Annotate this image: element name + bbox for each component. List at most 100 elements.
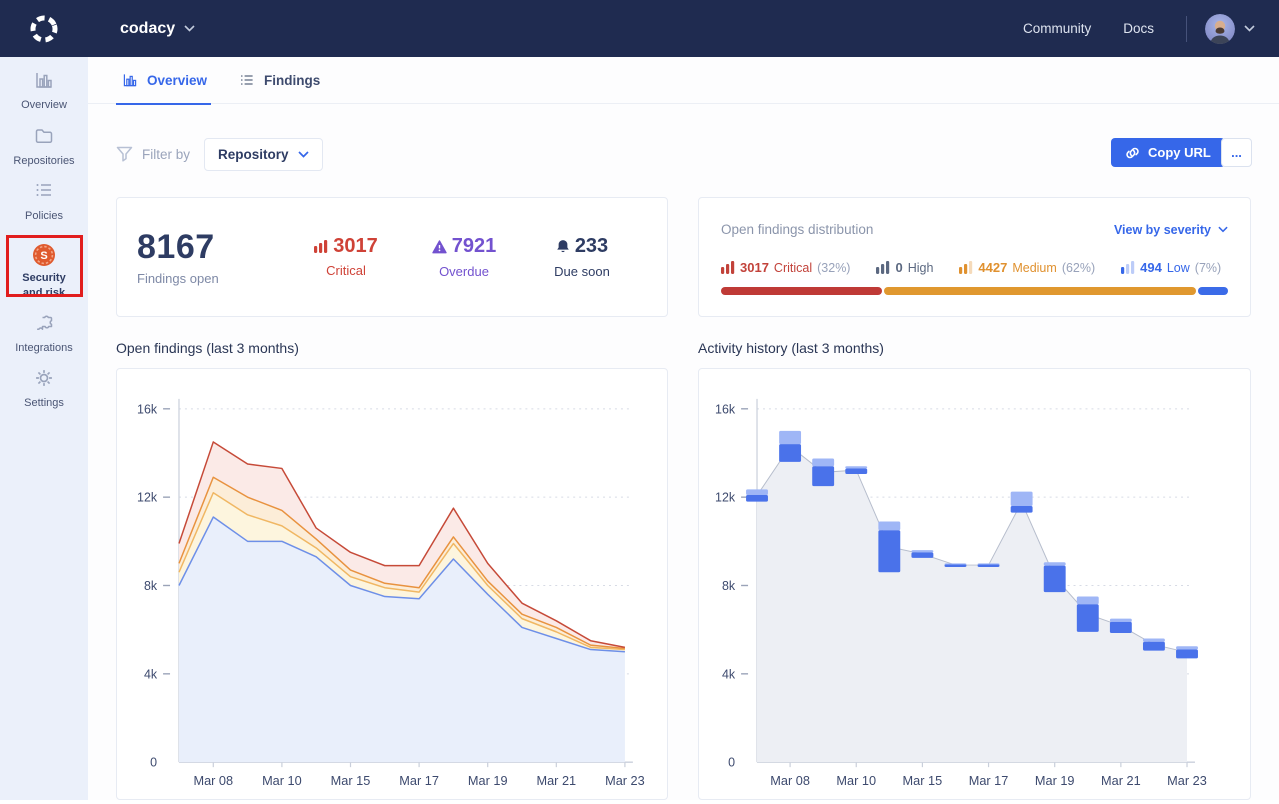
sidebar-item-integrations[interactable]: Integrations <box>0 313 88 356</box>
divider <box>1186 16 1187 42</box>
copy-url-button[interactable]: Copy URL <box>1111 138 1225 167</box>
distribution-title: Open findings distribution <box>721 222 873 237</box>
sidebar-item-policies[interactable]: Policies <box>0 181 88 224</box>
copy-url-label: Copy URL <box>1148 145 1211 160</box>
svg-text:4k: 4k <box>722 667 736 681</box>
bar-segment <box>1198 287 1228 295</box>
legend-item-low: 494 Low (7%) <box>1121 260 1221 275</box>
funnel-icon <box>116 146 133 162</box>
stat-value: 3017 <box>333 235 378 258</box>
svg-text:Mar 23: Mar 23 <box>1167 773 1207 788</box>
avatar[interactable] <box>1205 14 1235 44</box>
tab-bar: Overview Findings <box>88 57 1279 104</box>
sidebar-item-overview[interactable]: Overview <box>0 70 88 113</box>
candlestick-chart-svg: 04k8k12k16kMar 08Mar 10Mar 15Mar 17Mar 1… <box>699 369 1250 799</box>
svg-text:12k: 12k <box>715 491 736 505</box>
open-findings-chart: 04k8k12k16kMar 08Mar 10Mar 15Mar 17Mar 1… <box>116 368 668 800</box>
tab-overview[interactable]: Overview <box>120 57 207 104</box>
legend-count: 3017 <box>740 260 769 275</box>
codacy-logo-icon <box>28 13 60 45</box>
sidebar-item-settings[interactable]: Settings <box>0 368 88 411</box>
severity-legend: 3017 Critical (32%) 0 High 4427 Medium (… <box>721 260 1228 275</box>
svg-text:Mar 17: Mar 17 <box>399 773 439 788</box>
legend-count: 0 <box>895 260 902 275</box>
svg-text:Mar 21: Mar 21 <box>536 773 576 788</box>
bar-chart-icon <box>0 70 88 92</box>
gear-icon <box>0 368 88 390</box>
severity-bars-icon <box>314 240 328 253</box>
legend-label: High <box>908 261 934 275</box>
chevron-down-icon <box>298 151 309 158</box>
chevron-down-icon <box>1218 226 1228 233</box>
view-by-severity-label: View by severity <box>1114 223 1211 237</box>
sidebar-item-repositories[interactable]: Repositories <box>0 126 88 169</box>
filter-by-label: Filter by <box>142 147 190 162</box>
list-icon <box>0 181 88 203</box>
stat-value: 7921 <box>452 235 497 258</box>
chevron-down-icon[interactable] <box>1244 25 1255 32</box>
svg-text:Mar 21: Mar 21 <box>1101 773 1141 788</box>
bell-icon <box>556 239 570 254</box>
sidebar-item-label: Security and risk <box>0 271 88 302</box>
svg-text:Mar 08: Mar 08 <box>770 773 810 788</box>
area-chart-svg: 04k8k12k16kMar 08Mar 10Mar 15Mar 17Mar 1… <box>117 369 667 799</box>
svg-text:0: 0 <box>728 756 735 770</box>
link-icon <box>1125 146 1140 160</box>
severity-bars-icon <box>876 261 890 274</box>
tab-label: Overview <box>147 73 207 88</box>
warning-triangle-icon <box>432 240 447 254</box>
severity-bars-icon <box>721 261 735 274</box>
stat-value: 233 <box>575 235 608 258</box>
stat-label: Due soon <box>523 264 641 279</box>
more-actions-button[interactable]: ... <box>1221 138 1252 167</box>
sidebar-item-security-and-risk[interactable]: S Security and risk <box>0 243 88 302</box>
findings-open-label: Findings open <box>137 271 287 286</box>
nav-link-community[interactable]: Community <box>1023 21 1091 36</box>
org-switcher[interactable]: codacy <box>120 20 195 38</box>
top-navbar: codacy Community Docs <box>0 0 1279 57</box>
legend-pct: (32%) <box>817 261 850 275</box>
repository-filter-value: Repository <box>218 147 289 162</box>
severity-bars-icon <box>1121 261 1135 274</box>
security-badge-icon: S <box>0 243 88 265</box>
brand-name: codacy <box>120 20 175 38</box>
repository-filter-dropdown[interactable]: Repository <box>204 138 323 171</box>
sidebar-item-label: Overview <box>0 98 88 113</box>
svg-text:Mar 19: Mar 19 <box>468 773 508 788</box>
nav-link-docs[interactable]: Docs <box>1123 21 1154 36</box>
svg-text:Mar 15: Mar 15 <box>331 773 371 788</box>
stat-label: Overdue <box>405 264 523 279</box>
svg-text:12k: 12k <box>137 491 158 505</box>
svg-text:0: 0 <box>150 756 157 770</box>
legend-item-high: 0 High <box>876 260 933 275</box>
bar-segment <box>884 287 1196 295</box>
sidebar-item-label: Policies <box>0 209 88 224</box>
legend-count: 4427 <box>978 260 1007 275</box>
open-findings-chart-title: Open findings (last 3 months) <box>116 340 299 356</box>
svg-text:16k: 16k <box>715 402 736 416</box>
severity-bars-icon <box>959 261 973 274</box>
view-by-severity-dropdown[interactable]: View by severity <box>1114 223 1228 237</box>
sidebar-item-label: Settings <box>0 396 88 411</box>
activity-history-chart-title: Activity history (last 3 months) <box>698 340 884 356</box>
svg-text:Mar 08: Mar 08 <box>193 773 233 788</box>
stat-critical: 3017 Critical <box>287 235 405 279</box>
stat-due-soon: 233 Due soon <box>523 235 641 279</box>
open-findings-distribution-card: Open findings distribution View by sever… <box>698 197 1251 317</box>
tab-findings[interactable]: Findings <box>237 57 320 104</box>
svg-text:16k: 16k <box>137 402 158 416</box>
legend-pct: (62%) <box>1062 261 1095 275</box>
stat-label: Critical <box>287 263 405 278</box>
legend-item-critical: 3017 Critical (32%) <box>721 260 850 275</box>
legend-item-medium: 4427 Medium (62%) <box>959 260 1095 275</box>
puzzle-icon <box>0 313 88 335</box>
tab-label: Findings <box>264 73 320 88</box>
stat-overdue: 7921 Overdue <box>405 235 523 279</box>
legend-label: Critical <box>774 261 812 275</box>
findings-open-count: 8167 <box>137 228 287 267</box>
legend-count: 494 <box>1140 260 1162 275</box>
severity-stacked-bar <box>721 287 1228 295</box>
sidebar-item-label: Integrations <box>0 341 88 356</box>
svg-text:Mar 10: Mar 10 <box>262 773 302 788</box>
svg-text:Mar 23: Mar 23 <box>605 773 645 788</box>
